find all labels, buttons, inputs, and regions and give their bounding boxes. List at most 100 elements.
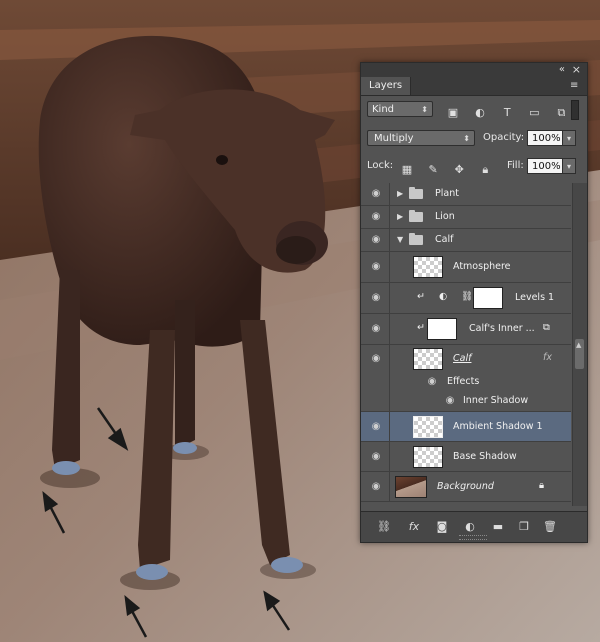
opacity-dropdown-icon[interactable]: ▾ [562, 130, 576, 146]
layer-thumbnail [427, 318, 457, 340]
layer-name: Levels 1 [515, 292, 555, 303]
scroll-up-icon[interactable]: ▲ [576, 341, 581, 349]
visibility-eye-icon[interactable]: ◉ [369, 189, 383, 199]
blend-arrow-icon: ⬍ [463, 134, 470, 143]
fill-dropdown-icon[interactable]: ▾ [562, 158, 576, 174]
panel-titlebar: « × [361, 63, 587, 77]
smart-object-icon: ⧉ [543, 322, 550, 333]
layers-list: ◉ ▶ Plant ◉ ▶ Lion ◉ ▼ Calf ◉ Atmosphere… [361, 183, 571, 506]
chain-link-icon[interactable]: ⛓ [461, 291, 473, 302]
lock-image-icon[interactable]: ✎ [425, 162, 441, 178]
fx-badge-icon[interactable]: fx [543, 352, 552, 363]
close-icon[interactable]: × [572, 63, 581, 77]
new-adjustment-icon[interactable]: ◐ [461, 519, 479, 535]
layer-row[interactable]: ◉ ▼ Calf [361, 229, 571, 252]
layer-row[interactable]: ◉ ▶ Lion [361, 206, 571, 229]
smart-object-filter-icon[interactable]: ⧉ [553, 105, 569, 121]
layer-thumbnail [413, 446, 443, 468]
new-layer-icon[interactable]: ❐ [515, 519, 533, 535]
layer-thumbnail [413, 348, 443, 370]
visibility-eye-icon[interactable]: ◉ [369, 293, 383, 303]
layer-row[interactable]: ◉ Calf fx [361, 345, 571, 373]
kind-filter-select[interactable]: Kind ⬍ [367, 101, 433, 117]
layer-row[interactable]: ◉ ▶ Plant [361, 183, 571, 206]
tab-row: Layers ≡ [361, 77, 587, 96]
panel-bottom-bar: ⛓ fx ◙ ◐ ▬ ❐ 🗑︎ [361, 511, 587, 542]
effects-eye-icon[interactable]: ◉ [425, 377, 439, 387]
visibility-eye-icon[interactable]: ◉ [369, 262, 383, 272]
add-mask-icon[interactable]: ◙ [433, 519, 451, 535]
lock-position-icon[interactable]: ✥ [451, 162, 467, 178]
effects-row[interactable]: ◉ Effects [361, 373, 571, 392]
layer-row[interactable]: ◉ Atmosphere [361, 252, 571, 283]
type-filter-icon[interactable]: T [499, 105, 515, 121]
layer-name: Calf [435, 234, 454, 245]
panel-menu-icon[interactable]: ≡ [570, 81, 581, 91]
layer-row-selected[interactable]: ◉ Ambient Shadow 1 [361, 412, 571, 442]
collapse-triangle-icon[interactable]: ▼ [397, 235, 403, 244]
photo-canvas[interactable]: « × Layers ≡ Kind ⬍ ▣ ◐ T ▭ ⧉ Multiply ⬍… [0, 0, 600, 642]
effect-name: Inner Shadow [463, 395, 529, 406]
mask-thumbnail [473, 287, 503, 309]
expand-triangle-icon[interactable]: ▶ [397, 189, 403, 198]
lock-all-icon[interactable]: 🔒︎ [477, 162, 493, 178]
fill-input[interactable]: 100% [527, 158, 563, 174]
layer-name: Base Shadow [453, 451, 517, 462]
new-group-icon[interactable]: ▬ [489, 519, 507, 535]
collapse-icon[interactable]: « [559, 63, 565, 77]
layer-name: Calf [453, 353, 472, 364]
fill-label: Fill: [507, 160, 524, 171]
tab-layers[interactable]: Layers [361, 77, 412, 95]
filter-toggle[interactable] [571, 100, 579, 120]
visibility-eye-icon[interactable]: ◉ [369, 212, 383, 222]
fx-icon[interactable]: fx [405, 519, 423, 535]
layers-panel: « × Layers ≡ Kind ⬍ ▣ ◐ T ▭ ⧉ Multiply ⬍… [360, 62, 588, 543]
delete-layer-icon[interactable]: 🗑︎ [541, 519, 559, 535]
folder-icon [409, 210, 423, 222]
visibility-eye-icon[interactable]: ◉ [369, 452, 383, 462]
visibility-eye-icon[interactable]: ◉ [369, 324, 383, 334]
lock-icons: ▦ ✎ ✥ 🔒︎ [399, 158, 498, 178]
effect-row[interactable]: ◉ Inner Shadow [361, 392, 571, 412]
blend-mode-select[interactable]: Multiply ⬍ [367, 130, 475, 146]
resize-grip[interactable] [459, 535, 487, 540]
clip-arrow-icon: ↵ [417, 291, 425, 302]
shape-filter-icon[interactable]: ▭ [526, 105, 542, 121]
effect-eye-icon[interactable]: ◉ [443, 396, 457, 406]
kind-label: Kind [372, 104, 395, 115]
blend-row: Multiply ⬍ Opacity: 100% ▾ [361, 124, 587, 152]
image-filter-icon[interactable]: ▣ [445, 105, 461, 121]
layer-row[interactable]: ◉ ↵ ◐ ⛓ Levels 1 [361, 283, 571, 314]
visibility-eye-icon[interactable]: ◉ [369, 235, 383, 245]
opacity-label: Opacity: [483, 132, 525, 143]
layer-thumbnail [413, 416, 443, 438]
lock-label: Lock: [367, 160, 394, 171]
layer-thumbnail [413, 256, 443, 278]
effects-label: Effects [447, 376, 480, 387]
layer-name: Background [437, 481, 494, 492]
layers-scrollbar[interactable]: ▲ [572, 183, 587, 506]
layer-name: Lion [435, 211, 455, 222]
layer-name: Ambient Shadow 1 [453, 421, 543, 432]
adjustment-filter-icon[interactable]: ◐ [472, 105, 488, 121]
filter-icons: ▣ ◐ T ▭ ⧉ [445, 101, 575, 121]
opacity-input[interactable]: 100% [527, 130, 563, 146]
layer-name: Atmosphere [453, 261, 511, 272]
layer-name: Plant [435, 188, 459, 199]
visibility-eye-icon[interactable]: ◉ [369, 422, 383, 432]
clip-arrow-icon: ↵ [417, 322, 425, 333]
expand-triangle-icon[interactable]: ▶ [397, 212, 403, 221]
layer-row[interactable]: ◉ Base Shadow [361, 442, 571, 472]
layer-row[interactable]: ◉ ↵ Calf's Inner ... ⧉ [361, 314, 571, 345]
visibility-eye-icon[interactable]: ◉ [369, 482, 383, 492]
layer-row[interactable]: ◉ Background 🔒︎ [361, 472, 571, 502]
visibility-eye-icon[interactable]: ◉ [369, 354, 383, 364]
open-folder-icon [409, 233, 423, 245]
lock-icon: 🔒︎ [539, 480, 545, 491]
filter-row: Kind ⬍ ▣ ◐ T ▭ ⧉ [361, 96, 587, 124]
link-layers-icon[interactable]: ⛓ [375, 519, 393, 535]
kind-arrow-icon: ⬍ [421, 105, 428, 114]
lock-transparent-icon[interactable]: ▦ [399, 162, 415, 178]
lock-row: Lock: ▦ ✎ ✥ 🔒︎ Fill: 100% ▾ [361, 152, 587, 180]
adjustment-icon: ◐ [439, 291, 448, 302]
